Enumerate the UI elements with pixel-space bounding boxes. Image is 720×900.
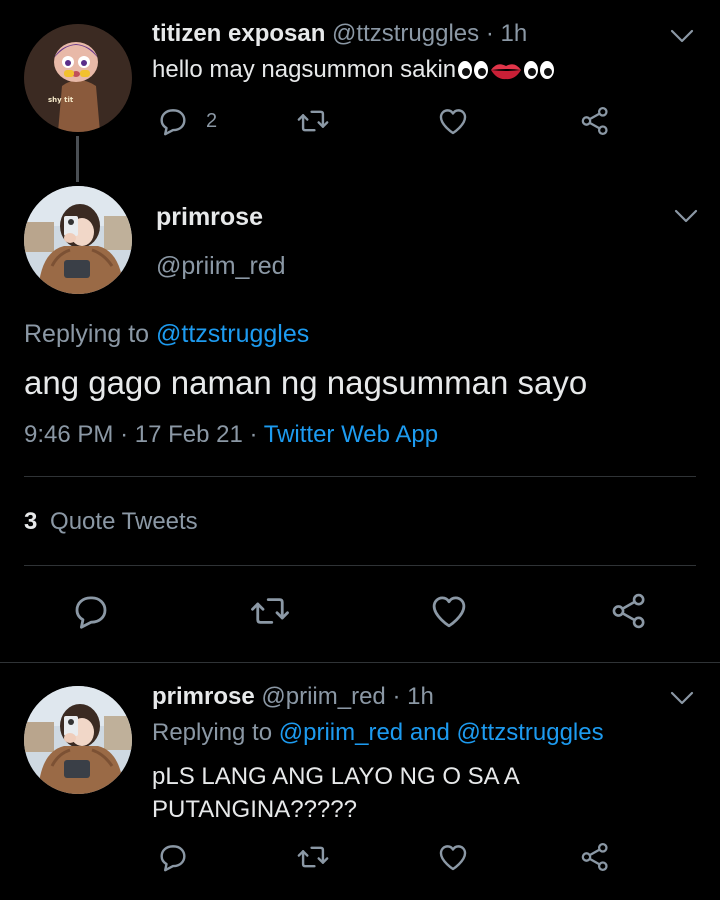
lips-emoji	[491, 64, 522, 80]
svg-text:shy tit: shy tit	[48, 96, 74, 104]
main-tweet-replying-prefix: Replying to	[24, 320, 150, 348]
thread-share-button[interactable]	[578, 104, 612, 138]
retweet-icon	[297, 110, 329, 132]
thread-reply-count: 2	[206, 109, 218, 132]
main-tweet-date[interactable]: 17 Feb 21	[135, 421, 243, 448]
main-retweet-button[interactable]	[248, 590, 292, 632]
reply-tweet-replying-link[interactable]: @priim_red and @ttzstruggles	[279, 719, 604, 746]
thread-tweet-time[interactable]: 1h	[500, 20, 527, 47]
main-like-button[interactable]	[428, 590, 470, 632]
divider-2	[24, 565, 696, 566]
eyes-emoji	[524, 61, 555, 79]
main-tweet-meta: 9:46 PM · 17 Feb 21 · Twitter Web App	[24, 421, 438, 449]
reply-icon	[75, 596, 107, 629]
main-tweet-separator-2: ·	[249, 421, 258, 448]
divider-1	[24, 476, 696, 477]
quote-tweets-link[interactable]: 3 Quote Tweets	[24, 508, 198, 536]
like-icon	[432, 596, 466, 628]
main-tweet-actions	[0, 590, 720, 640]
reply-tweet-handle[interactable]: @priim_red	[261, 683, 385, 710]
chevron-down-icon	[670, 29, 694, 43]
share-icon	[581, 106, 608, 136]
main-tweet-replying-link[interactable]: @ttzstruggles	[156, 320, 309, 348]
chevron-down-icon	[674, 209, 698, 223]
tweet-thread-page: shy tit titizen exposan @ttzstruggles · …	[0, 0, 720, 900]
thread-tweet-handle[interactable]: @ttzstruggles	[332, 20, 479, 47]
thread-tweet-header: titizen exposan @ttzstruggles · 1h	[152, 20, 527, 48]
reply-tweet-menu-button[interactable]	[668, 688, 696, 708]
reply-like-button[interactable]	[436, 840, 470, 874]
retweet-icon	[251, 598, 289, 624]
thread-tweet-body: hello may nagsummon sakin	[152, 56, 555, 84]
reply-icon	[160, 109, 186, 136]
primrose-avatar-image	[24, 186, 132, 294]
share-icon	[612, 593, 645, 629]
reply-tweet-replying-prefix: Replying to	[152, 719, 273, 746]
chevron-down-icon	[670, 691, 694, 705]
thread-tweet-actions: 2	[0, 104, 720, 144]
thread-reply-button[interactable]: 2	[156, 104, 217, 138]
reply-share-button[interactable]	[578, 840, 612, 874]
main-tweet-client[interactable]: Twitter Web App	[264, 421, 438, 448]
thread-tweet-separator: ·	[485, 20, 494, 47]
thread-like-button[interactable]	[436, 104, 470, 138]
thread-tweet-text: hello may nagsummon sakin	[152, 56, 457, 83]
divider-3	[0, 662, 720, 663]
main-tweet-separator-1: ·	[120, 421, 129, 448]
reply-tweet-text: pLS LANG ANG LAYO NG O SA A PUTANGINA???…	[152, 760, 692, 826]
reply-primrose-avatar-image	[24, 686, 132, 794]
share-icon	[581, 842, 608, 872]
thread-tweet-display-name[interactable]: titizen exposan	[152, 20, 325, 47]
main-tweet-display-name[interactable]: primrose	[156, 203, 263, 232]
main-tweet-replying-to: Replying to @ttzstruggles	[24, 320, 309, 349]
eyes-emoji	[458, 61, 489, 79]
reply-tweet-display-name[interactable]: primrose	[152, 683, 255, 710]
reply-tweet-text-line-1: pLS LANG ANG LAYO NG O SA A	[152, 763, 520, 790]
retweet-icon	[297, 846, 329, 868]
reply-tweet-text-line-2: PUTANGINA?????	[152, 796, 357, 823]
reply-tweet-header: primrose @priim_red · 1h	[152, 683, 434, 711]
like-icon	[439, 845, 467, 871]
thread-tweet-menu-button[interactable]	[668, 26, 696, 46]
reply-tweet-separator: ·	[392, 683, 401, 710]
reply-tweet-replying-to: Replying to @priim_red and @ttzstruggles	[152, 719, 604, 747]
main-tweet-handle[interactable]: @priim_red	[156, 252, 286, 281]
quote-tweets-label: Quote Tweets	[50, 508, 198, 535]
reply-primrose-avatar[interactable]	[24, 686, 132, 794]
reply-reply-button[interactable]	[156, 840, 190, 874]
quote-tweets-count: 3	[24, 508, 38, 535]
main-tweet-time[interactable]: 9:46 PM	[24, 421, 113, 448]
thread-tweet-emojis	[457, 59, 555, 81]
like-icon	[439, 109, 467, 135]
main-share-button[interactable]	[608, 590, 650, 632]
reply-icon	[160, 845, 186, 872]
reply-tweet-time[interactable]: 1h	[407, 683, 434, 710]
main-tweet-text: ang gago naman ng nagsumman sayo	[24, 364, 588, 401]
reply-retweet-button[interactable]	[296, 840, 330, 874]
reply-tweet-actions	[0, 840, 720, 880]
main-tweet-menu-button[interactable]	[672, 206, 700, 226]
thread-retweet-button[interactable]	[296, 104, 330, 138]
primrose-avatar[interactable]	[24, 186, 132, 294]
main-reply-button[interactable]	[70, 590, 112, 632]
